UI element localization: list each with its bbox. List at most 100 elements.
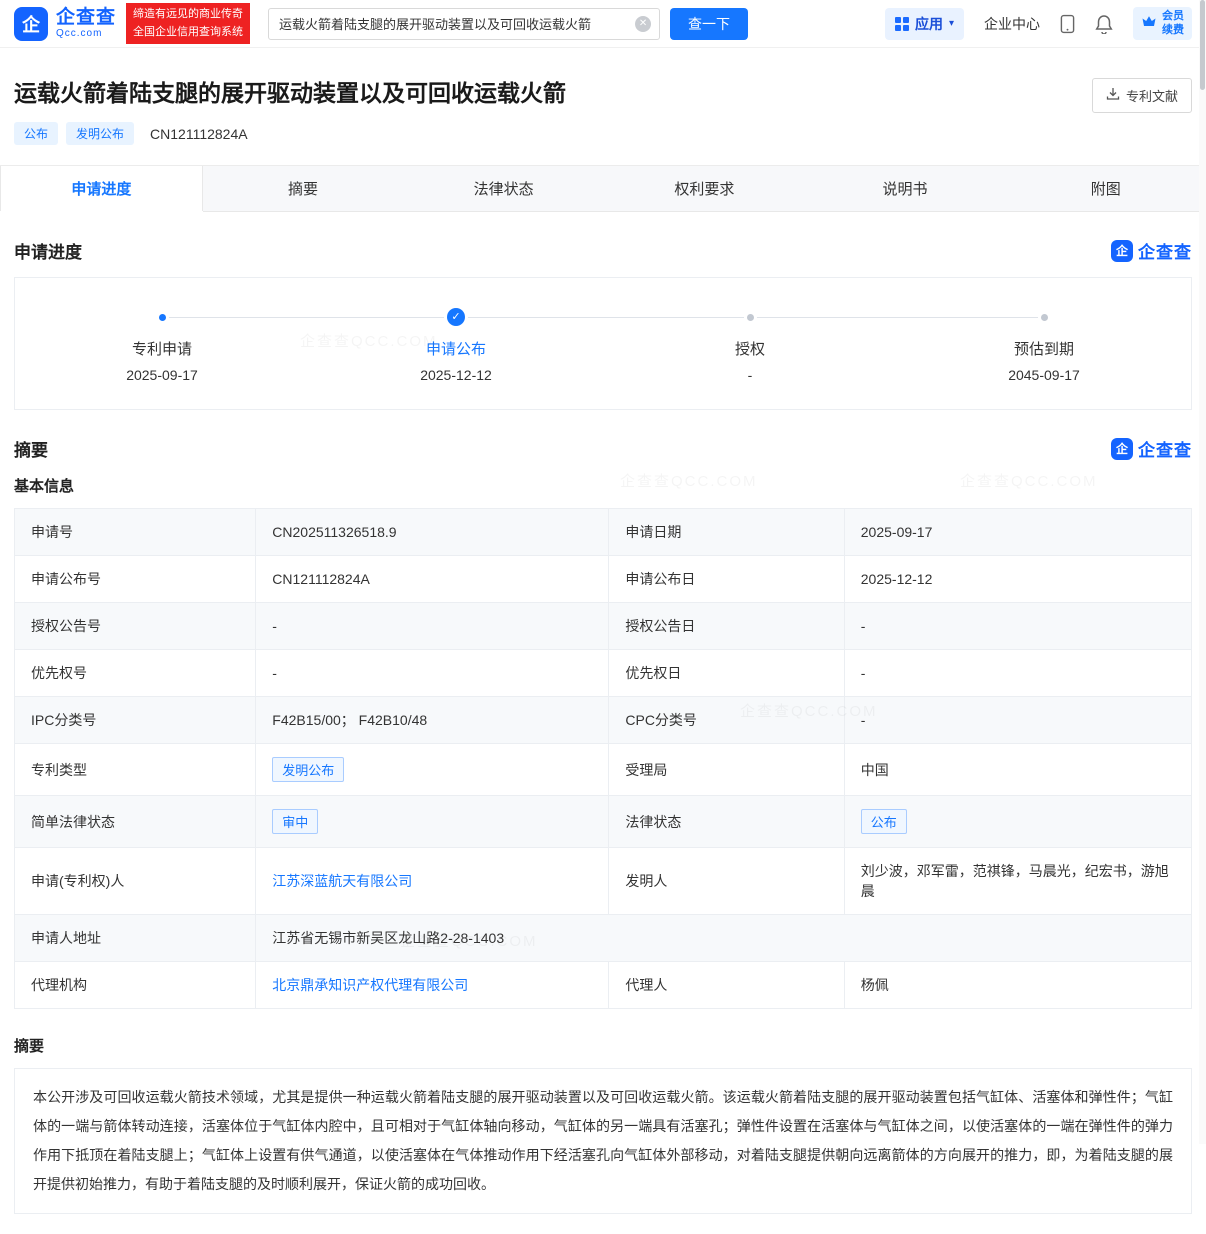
field-value: 中国 [844,744,1191,796]
table-row: 申请(专利权)人 江苏深蓝航天有限公司 发明人 刘少波，邓军雷，范祺锋，马晨光，… [15,848,1192,915]
apps-label: 应用 [915,14,943,34]
tab-application-progress[interactable]: 申请进度 [0,166,203,211]
field-label: 授权公告号 [15,603,256,650]
timeline-dot [1041,314,1048,321]
qcc-logo-icon: 企 [14,7,48,41]
vip-label-line1: 会员 [1162,10,1184,24]
table-row: 简单法律状态 审中 法律状态 公布 [15,796,1192,848]
field-label: 专利类型 [15,744,256,796]
basic-info-title: 基本信息 [14,475,1192,496]
section-title-abstract: 摘要 [14,436,48,461]
field-label: 申请公布日 [609,556,844,603]
enterprise-center-link[interactable]: 企业中心 [984,14,1040,34]
field-value: - [256,603,609,650]
patent-document-button[interactable]: 专利文献 [1092,78,1192,113]
slogan-line1: 缔造有远见的商业传奇 [133,6,243,23]
field-value: 江苏深蓝航天有限公司 [256,848,609,915]
field-value: 公布 [844,796,1191,848]
search-button[interactable]: 查一下 [670,8,748,40]
check-icon: ✓ [447,308,465,326]
table-row: 代理机构 北京鼎承知识产权代理有限公司 代理人 杨佩 [15,962,1192,1009]
apps-dropdown[interactable]: 应用 ▾ [885,8,964,40]
table-row: 优先权号 - 优先权日 - [15,650,1192,697]
scrollbar-thumb[interactable] [1200,0,1205,90]
field-label: 代理人 [609,962,844,1009]
field-value: - [844,697,1191,744]
notification-bell-icon[interactable] [1095,14,1113,34]
agency-company-link[interactable]: 北京鼎承知识产权代理有限公司 [272,977,468,993]
field-label: 优先权日 [609,650,844,697]
field-value: 江苏省无锡市新吴区龙山路2-28-1403 [256,915,1192,962]
section-title-progress: 申请进度 [14,238,82,263]
chevron-down-icon: ▾ [949,18,954,29]
qcc-watermark-logo: 企 企查查 [1111,436,1192,461]
field-label: 受理局 [609,744,844,796]
field-label: 代理机构 [15,962,256,1009]
field-label: 简单法律状态 [15,796,256,848]
slogan-banner: 缔造有远见的商业传奇 全国企业信用查询系统 [126,3,250,43]
vip-renew-button[interactable]: 会员 续费 [1133,7,1192,41]
field-label: 申请人地址 [15,915,256,962]
patent-document-label: 专利文献 [1126,86,1178,105]
field-value: 刘少波，邓军雷，范祺锋，马晨光，纪宏书，游旭晨 [844,848,1191,915]
mobile-phone-icon[interactable] [1060,14,1075,34]
field-value: 2025-12-12 [844,556,1191,603]
progress-timeline: 专利申请 2025-09-17 ✓ 申请公布 2025-12-12 授权 - 预… [14,277,1192,410]
field-value: CN121112824A [256,556,609,603]
tab-figures[interactable]: 附图 [1005,166,1206,211]
field-label: 申请(专利权)人 [15,848,256,915]
abstract-text: 本公开涉及可回收运载火箭技术领域，尤其是提供一种运载火箭着陆支腿的展开驱动装置以… [14,1068,1192,1214]
clear-search-icon[interactable]: ✕ [635,16,651,32]
page-title: 运载火箭着陆支腿的展开驱动装置以及可回收运载火箭 [14,74,566,108]
download-icon [1106,87,1120,104]
basic-info-table: 申请号 CN202511326518.9 申请日期 2025-09-17 申请公… [14,508,1192,1009]
field-label: CPC分类号 [609,697,844,744]
simple-legal-status-tag: 审中 [272,809,318,834]
table-row: IPC分类号 F42B15/00； F42B10/48 CPC分类号 - [15,697,1192,744]
abstract-sub-title: 摘要 [14,1035,1192,1056]
status-badge-invention: 发明公布 [66,122,134,145]
top-header: 企 企查查 Qcc.com 缔造有远见的商业传奇 全国企业信用查询系统 ✕ 查一… [0,0,1206,48]
timeline-step-application: 专利申请 2025-09-17 [15,308,309,383]
field-label: 优先权号 [15,650,256,697]
field-label: IPC分类号 [15,697,256,744]
table-row: 申请人地址 江苏省无锡市新吴区龙山路2-28-1403 [15,915,1192,962]
field-value: 发明公布 [256,744,609,796]
vip-crown-icon [1141,14,1157,33]
field-label: 授权公告日 [609,603,844,650]
qcc-watermark-logo: 企 企查查 [1111,238,1192,263]
timeline-step-grant: 授权 - [603,308,897,383]
slogan-line2: 全国企业信用查询系统 [133,24,243,41]
field-label: 法律状态 [609,796,844,848]
tab-bar: 申请进度 摘要 法律状态 权利要求 说明书 附图 [0,165,1206,212]
field-value: - [256,650,609,697]
legal-status-tag: 公布 [861,809,907,834]
search-box: ✕ [268,8,660,40]
tab-claims[interactable]: 权利要求 [604,166,805,211]
field-label: 申请号 [15,509,256,556]
field-label: 申请公布号 [15,556,256,603]
timeline-step-estimated-expiry: 预估到期 2045-09-17 [897,308,1191,383]
field-value: - [844,603,1191,650]
field-label: 申请日期 [609,509,844,556]
field-label: 发明人 [609,848,844,915]
table-row: 授权公告号 - 授权公告日 - [15,603,1192,650]
search-input[interactable] [269,9,659,39]
applicant-company-link[interactable]: 江苏深蓝航天有限公司 [272,873,412,889]
patent-type-tag: 发明公布 [272,757,344,782]
patent-number: CN121112824A [150,126,248,142]
tab-abstract[interactable]: 摘要 [203,166,404,211]
qcc-logo-name: 企查查 [56,8,116,29]
apps-grid-icon [895,17,909,31]
vip-label-line2: 续费 [1162,24,1184,38]
table-row: 申请公布号 CN121112824A 申请公布日 2025-12-12 [15,556,1192,603]
tab-specification[interactable]: 说明书 [805,166,1006,211]
qcc-logo-sub: Qcc.com [56,28,116,39]
table-row: 申请号 CN202511326518.9 申请日期 2025-09-17 [15,509,1192,556]
tab-legal-status[interactable]: 法律状态 [403,166,604,211]
qcc-logo[interactable]: 企 企查查 Qcc.com [14,7,116,41]
field-value: 杨佩 [844,962,1191,1009]
field-value: 2025-09-17 [844,509,1191,556]
timeline-step-publication: ✓ 申请公布 2025-12-12 [309,308,603,383]
page-scrollbar[interactable] [1199,0,1206,1144]
